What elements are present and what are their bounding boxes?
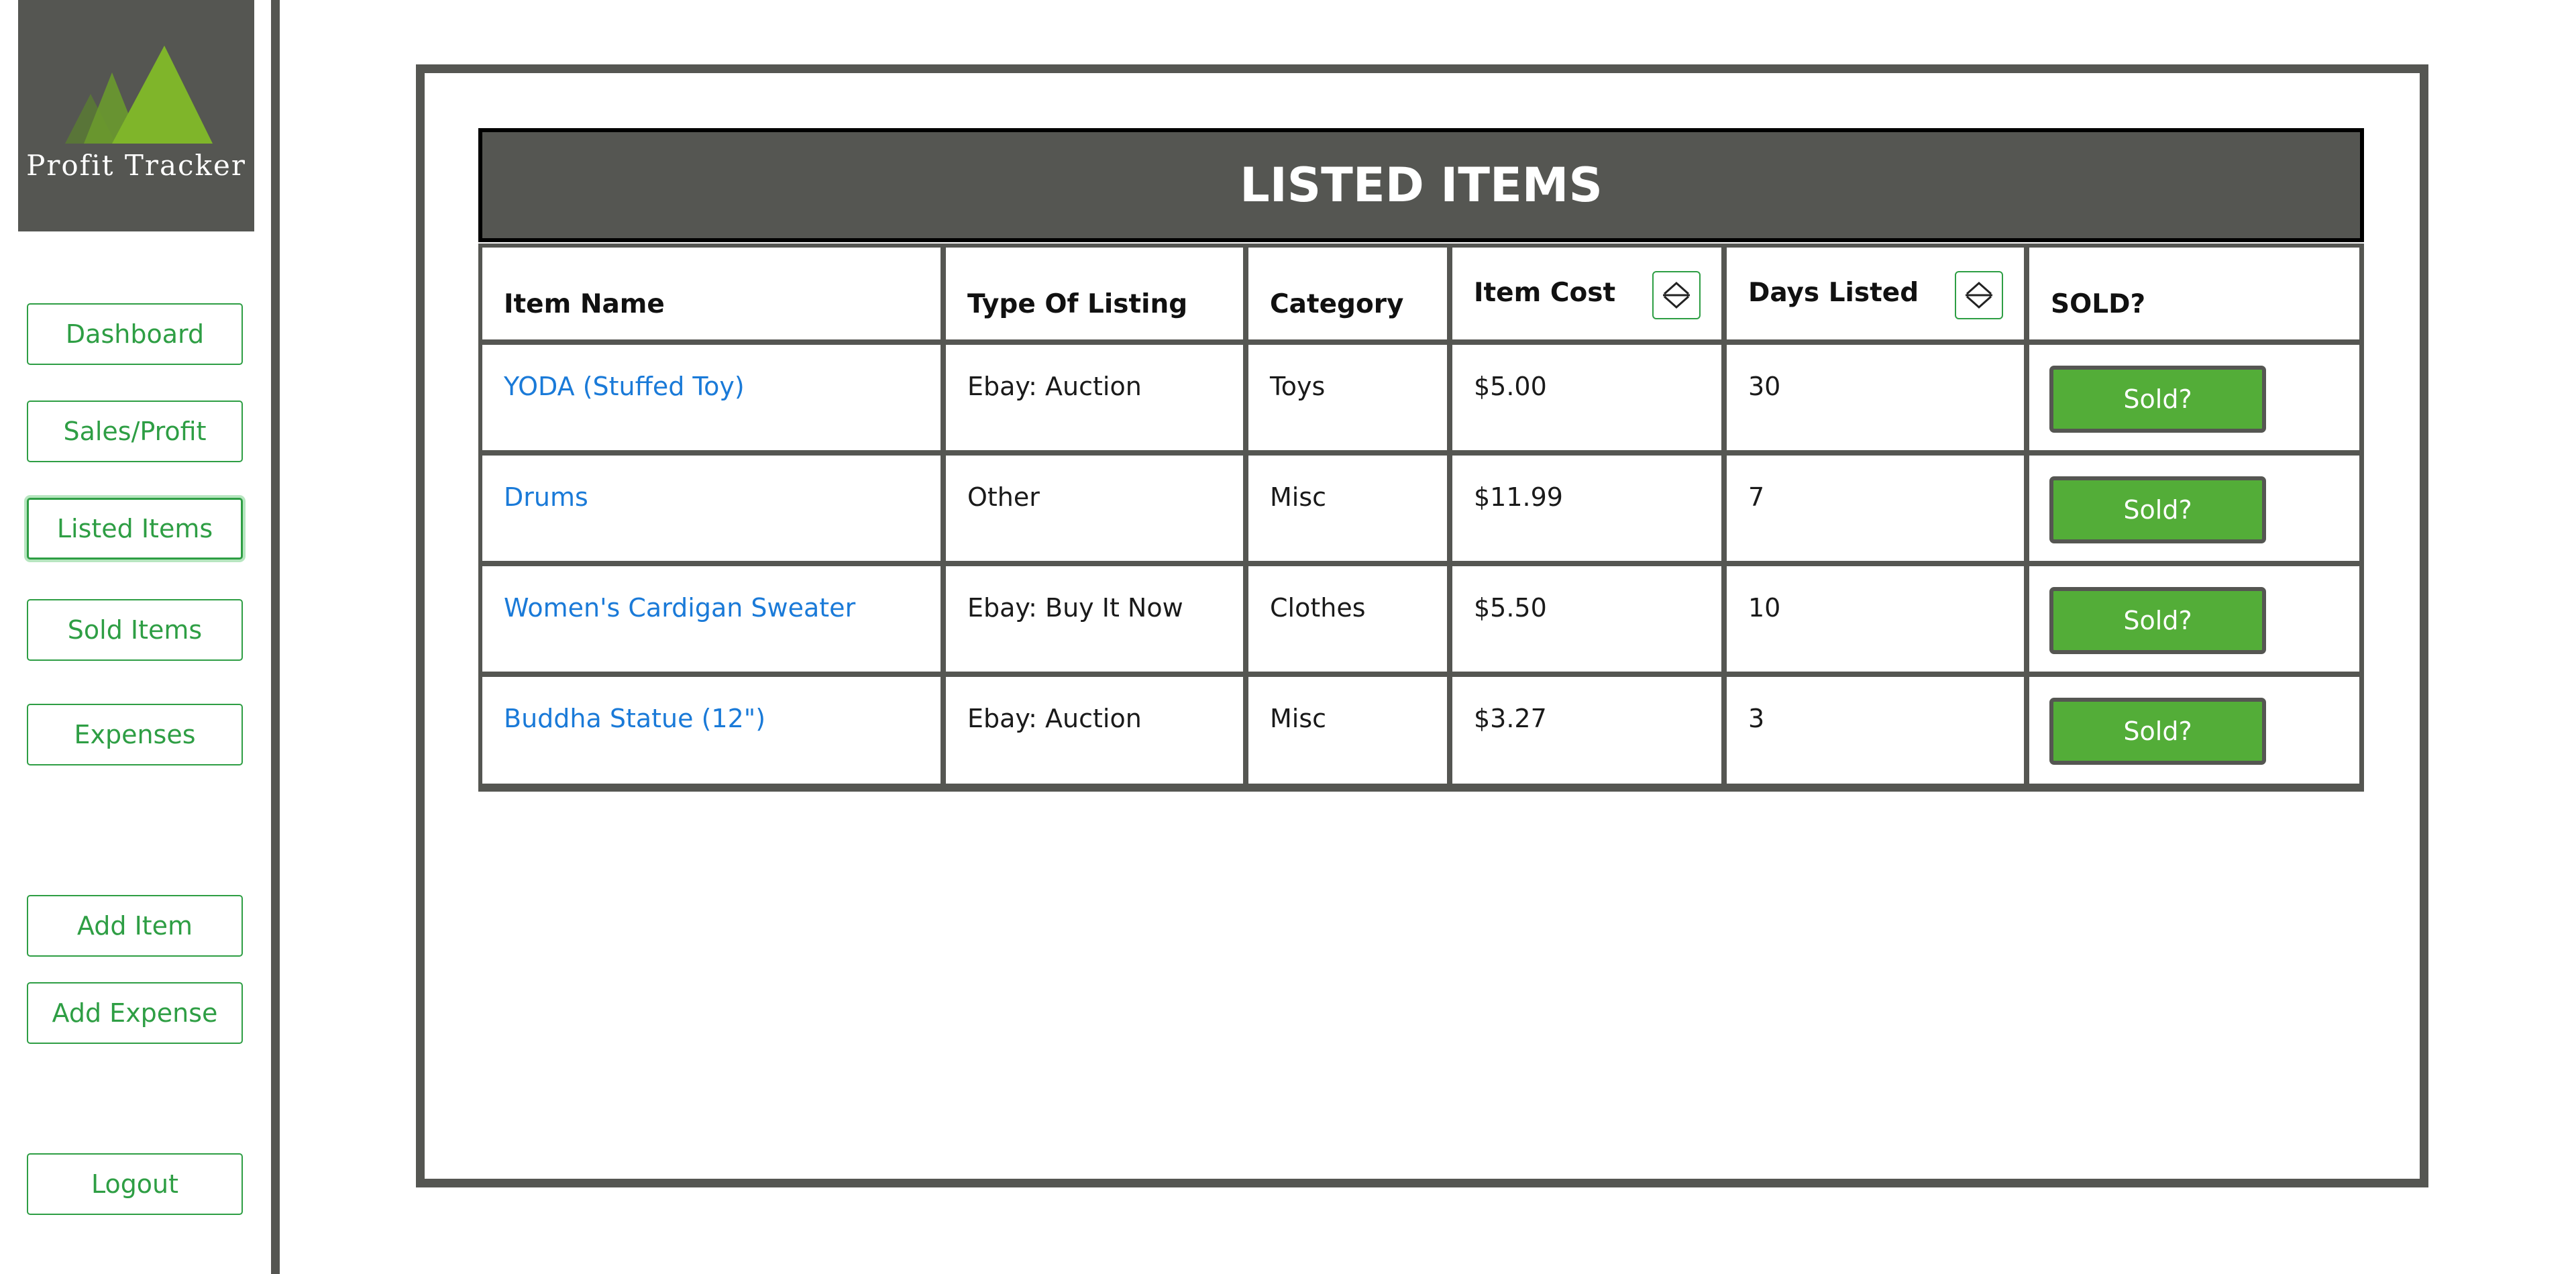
table-row-cell-name: Women's Cardigan Sweater [482,566,941,672]
mountains-icon [65,46,213,144]
table-row-cell-category: Clothes [1248,566,1447,672]
item-cost: $5.50 [1474,593,1547,623]
item-cost: $3.27 [1474,704,1547,733]
table-row-cell-cost: $3.27 [1452,677,1721,784]
column-header-days-listed: Days Listed [1727,248,2024,339]
table-row-cell-name: YODA (Stuffed Toy) [482,345,941,450]
nav-sold-items-button[interactable]: Sold Items [27,599,243,661]
category: Toys [1270,372,1326,401]
listed-items-table: Item Name Type Of Listing Category Item … [478,244,2364,792]
sort-up-down-icon [1966,281,1992,309]
logo-text: Profit Tracker [26,149,246,182]
column-header-label: Item Cost [1474,278,1616,308]
days-listed: 7 [1748,482,1765,512]
table-row-cell-name: Buddha Statue (12") [482,677,941,784]
logo[interactable]: Profit Tracker [18,0,254,231]
table-row-cell-days: 30 [1727,345,2024,450]
app-root: Profit Tracker Dashboard Sales/Profit Li… [0,0,2576,1274]
item-link[interactable]: YODA (Stuffed Toy) [504,372,745,401]
nav-add-item-button[interactable]: Add Item [27,895,243,957]
nav-dashboard-button[interactable]: Dashboard [27,303,243,365]
nav-listed-items-button[interactable]: Listed Items [27,498,243,560]
nav-add-expense-button[interactable]: Add Expense [27,982,243,1044]
column-header-label: Item Name [504,289,665,319]
sort-item-cost-button[interactable] [1652,271,1701,319]
days-listed: 30 [1748,372,1781,401]
column-header-label: Days Listed [1748,278,1919,308]
table-row-cell-days: 7 [1727,456,2024,561]
column-header-item-cost: Item Cost [1452,248,1721,339]
category: Misc [1270,704,1327,733]
sold-button[interactable]: Sold? [2049,476,2266,543]
table-row-cell-category: Misc [1248,677,1447,784]
table-row-cell-cost: $11.99 [1452,456,1721,561]
table-row-cell-type: Ebay: Auction [946,677,1243,784]
table-row-cell-sold: Sold? [2029,456,2359,561]
table-row-cell-type: Other [946,456,1243,561]
table-row-cell-category: Misc [1248,456,1447,561]
column-header-label: SOLD? [2051,289,2146,319]
listing-type: Ebay: Buy It Now [967,593,1183,623]
sidebar: Profit Tracker Dashboard Sales/Profit Li… [0,0,271,1274]
sidebar-divider [271,0,280,1274]
table-row-cell-cost: $5.00 [1452,345,1721,450]
sold-button[interactable]: Sold? [2049,366,2266,433]
table-row-cell-sold: Sold? [2029,677,2359,784]
listing-type: Ebay: Auction [967,704,1142,733]
table-row-cell-days: 3 [1727,677,2024,784]
nav-expenses-button[interactable]: Expenses [27,704,243,765]
item-link[interactable]: Buddha Statue (12") [504,704,765,733]
item-link[interactable]: Drums [504,482,588,512]
item-cost: $5.00 [1474,372,1547,401]
table-row-cell-name: Drums [482,456,941,561]
days-listed: 10 [1748,593,1781,623]
page-title: LISTED ITEMS [478,128,2364,242]
days-listed: 3 [1748,704,1765,733]
column-header-category: Category [1248,248,1447,339]
table-row-cell-sold: Sold? [2029,566,2359,672]
table-row-cell-type: Ebay: Auction [946,345,1243,450]
table-row-cell-days: 10 [1727,566,2024,672]
table-row-cell-type: Ebay: Buy It Now [946,566,1243,672]
column-header-label: Type Of Listing [967,289,1188,319]
table-row-cell-category: Toys [1248,345,1447,450]
column-header-label: Category [1270,289,1404,319]
column-header-item-name: Item Name [482,248,941,339]
item-link[interactable]: Women's Cardigan Sweater [504,593,855,623]
listing-type: Other [967,482,1040,512]
sort-days-listed-button[interactable] [1955,271,2003,319]
sort-up-down-icon [1663,281,1690,309]
listing-type: Ebay: Auction [967,372,1142,401]
category: Misc [1270,482,1327,512]
table-row-cell-cost: $5.50 [1452,566,1721,672]
table-row-cell-sold: Sold? [2029,345,2359,450]
item-cost: $11.99 [1474,482,1563,512]
sold-button[interactable]: Sold? [2049,698,2266,765]
nav-sales-profit-button[interactable]: Sales/Profit [27,401,243,462]
nav-logout-button[interactable]: Logout [27,1153,243,1215]
sold-button[interactable]: Sold? [2049,587,2266,654]
category: Clothes [1270,593,1366,623]
column-header-type: Type Of Listing [946,248,1243,339]
column-header-sold: SOLD? [2029,248,2359,339]
